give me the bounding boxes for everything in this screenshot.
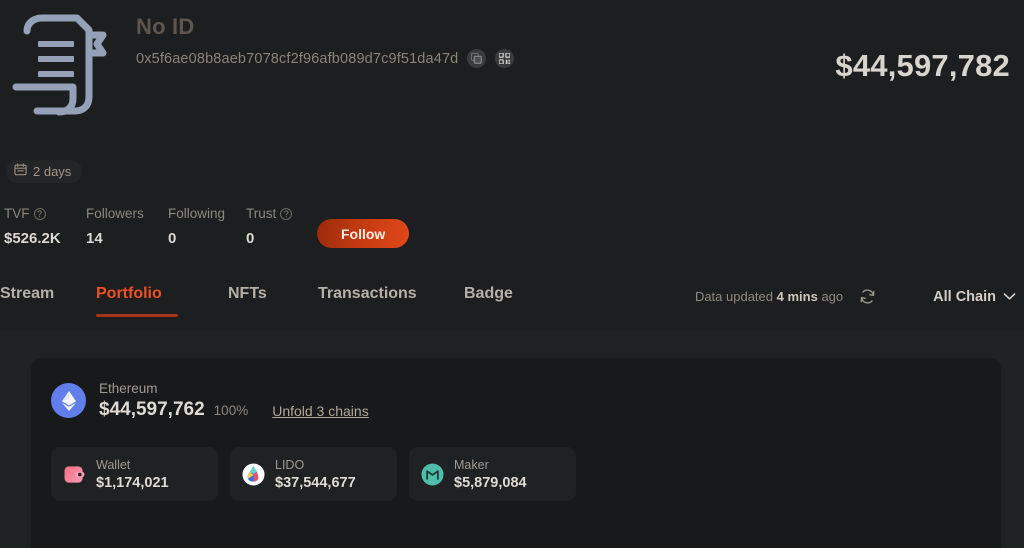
chevron-down-icon (1003, 289, 1016, 305)
chain-header: Ethereum $44,597,762 100% Unfold 3 chain… (51, 380, 981, 421)
tab-stream[interactable]: Stream (0, 283, 96, 317)
stat-followers: Followers 14 (86, 205, 168, 248)
stat-label-text: Trust (246, 206, 277, 221)
tabs: Stream Portfolio NFTs Transactions Badge (0, 283, 513, 317)
chain-percent: 100% (213, 403, 249, 418)
ethereum-icon (51, 383, 86, 418)
chain-filter-label: All Chain (933, 288, 996, 305)
help-icon[interactable]: ? (280, 208, 293, 220)
scroll-document-icon (11, 9, 115, 125)
profile-page: No ID 0x5f6ae08b8aeb7078cf2f96afb089d7c9… (0, 0, 1024, 548)
account-age-badge: 2 days (6, 160, 83, 183)
updated-suffix: ago (821, 289, 844, 304)
protocol-meta: LIDO $37,544,677 (275, 457, 356, 492)
protocol-value: $37,544,677 (275, 474, 356, 491)
updated-time: 4 mins (776, 289, 818, 304)
chain-meta: Ethereum $44,597,762 100% (99, 380, 248, 421)
stat-label-text: Followers (86, 206, 144, 221)
chain-amount: $44,597,762 (99, 399, 205, 420)
stat-label-text: TVF (4, 206, 30, 221)
protocol-card-lido[interactable]: LIDO $37,544,677 (230, 447, 397, 501)
data-updated-status: Data updated 4 mins ago (695, 289, 843, 304)
protocol-name: Wallet (96, 457, 131, 472)
maker-icon (421, 462, 444, 486)
portfolio-content: Ethereum $44,597,762 100% Unfold 3 chain… (0, 330, 1024, 548)
address-row: 0x5f6ae08b8aeb7078cf2f96afb089d7c9f51da4… (136, 49, 515, 68)
tab-nfts[interactable]: NFTs (228, 283, 274, 317)
stat-value-text: 0 (246, 230, 255, 247)
chain-filter-dropdown[interactable]: All Chain (933, 289, 1016, 305)
stat-value-text: 14 (86, 230, 103, 247)
protocol-list: Wallet $1,174,021 LIDO $37,544,677 Maker… (51, 447, 981, 501)
account-age-label: 2 days (33, 164, 72, 179)
stat-value-text: 0 (168, 230, 177, 247)
tab-transactions[interactable]: Transactions (318, 283, 417, 317)
protocol-card-wallet[interactable]: Wallet $1,174,021 (51, 447, 218, 501)
chain-card-ethereum: Ethereum $44,597,762 100% Unfold 3 chain… (31, 358, 1001, 548)
stat-label-text: Following (168, 206, 226, 221)
identity-block: No ID 0x5f6ae08b8aeb7078cf2f96afb089d7c9… (136, 12, 515, 68)
updated-prefix: Data updated (694, 289, 774, 304)
wallet-icon (63, 463, 86, 486)
tab-portfolio[interactable]: Portfolio (96, 283, 178, 317)
avatar (8, 6, 118, 128)
chain-name: Ethereum (99, 381, 158, 396)
protocol-name: Maker (454, 457, 489, 472)
calendar-icon (14, 162, 27, 181)
stat-tvf: TVF ? $526.2K (4, 205, 86, 248)
total-portfolio-value: $44,597,782 (835, 48, 1010, 83)
protocol-value: $1,174,021 (96, 474, 169, 491)
stat-following: Following 0 (168, 205, 246, 248)
chain-amount-row: $44,597,762 100% (99, 399, 248, 421)
lido-icon (242, 462, 265, 486)
wallet-address: 0x5f6ae08b8aeb7078cf2f96afb089d7c9f51da4… (136, 50, 459, 67)
tab-bar-right: Data updated 4 mins ago All Chain (695, 288, 1016, 305)
qr-code-icon[interactable] (495, 49, 515, 68)
tab-badge[interactable]: Badge (464, 283, 513, 317)
help-icon[interactable]: ? (33, 208, 46, 220)
stat-trust: Trust ? 0 (246, 205, 317, 248)
protocol-meta: Maker $5,879,084 (454, 457, 527, 492)
unfold-chains-link[interactable]: Unfold 3 chains (272, 403, 369, 421)
profile-header: No ID 0x5f6ae08b8aeb7078cf2f96afb089d7c9… (0, 0, 1024, 330)
stat-value-text: $526.2K (4, 230, 61, 247)
protocol-card-maker[interactable]: Maker $5,879,084 (409, 447, 576, 501)
protocol-value: $5,879,084 (454, 474, 527, 491)
page-title: No ID (136, 14, 195, 39)
tab-bar: Stream Portfolio NFTs Transactions Badge… (0, 283, 1024, 330)
stats-row: TVF ? $526.2K Followers 14 Following 0 T (4, 205, 410, 248)
protocol-name: LIDO (275, 457, 305, 472)
copy-icon[interactable] (467, 49, 487, 68)
follow-button[interactable]: Follow (317, 219, 410, 248)
protocol-meta: Wallet $1,174,021 (96, 457, 169, 492)
refresh-icon[interactable] (859, 288, 876, 305)
